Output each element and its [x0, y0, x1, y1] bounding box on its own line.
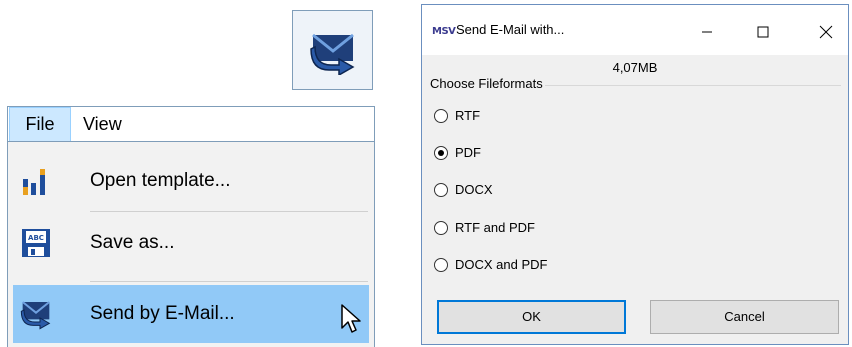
send-email-icon: [310, 33, 355, 75]
menu-item-label: Open template...: [90, 170, 231, 191]
file-menu-dropdown: Open template... ABC Save as... Send by …: [7, 141, 375, 347]
send-email-icon: [20, 301, 51, 330]
radio-label: PDF: [455, 145, 481, 160]
menu-item-label: Send by E-Mail...: [90, 303, 235, 324]
dialog-title-bar: MSV Send E-Mail with...: [422, 5, 848, 55]
attachment-size: 4,07MB: [612, 60, 658, 75]
radio-circle[interactable]: [434, 221, 448, 235]
radio-circle[interactable]: [434, 258, 448, 272]
app-icon: MSV: [432, 26, 456, 37]
menu-item-label: Save as...: [90, 232, 175, 253]
mouse-pointer-icon: [341, 304, 361, 333]
radio-label: DOCX: [455, 182, 493, 197]
send-email-dialog: MSV Send E-Mail with... 4,07MB Choose Fi…: [421, 4, 849, 345]
ok-button[interactable]: OK: [437, 300, 626, 334]
radio-label: DOCX and PDF: [455, 257, 548, 272]
menu-separator: [90, 211, 368, 212]
radio-circle[interactable]: [434, 146, 448, 160]
menu-separator: [90, 281, 368, 282]
maximize-icon[interactable]: [740, 17, 786, 47]
menu-bar: File View: [7, 106, 375, 142]
save-form-icon: ABC: [22, 229, 50, 257]
send-email-toolbar-button[interactable]: [292, 10, 373, 90]
radio-label: RTF: [455, 108, 481, 123]
bar-chart-icon: [23, 169, 45, 195]
minimize-icon[interactable]: [684, 17, 730, 47]
radio-label: RTF and PDF: [455, 220, 535, 235]
menu-item-save-as[interactable]: ABC Save as...: [8, 214, 374, 272]
cancel-button[interactable]: Cancel: [650, 300, 839, 334]
svg-text:ABC: ABC: [28, 234, 44, 242]
close-icon[interactable]: [803, 17, 849, 47]
menu-item-send-by-email[interactable]: Send by E-Mail...: [13, 285, 369, 343]
group-title: Choose Fileformats: [428, 76, 545, 91]
radio-circle[interactable]: [434, 183, 448, 197]
menu-view[interactable]: View: [83, 107, 122, 142]
radio-circle[interactable]: [434, 109, 448, 123]
menu-file[interactable]: File: [9, 107, 71, 142]
dialog-title: Send E-Mail with...: [456, 22, 565, 37]
menu-item-open-template[interactable]: Open template...: [8, 152, 374, 210]
